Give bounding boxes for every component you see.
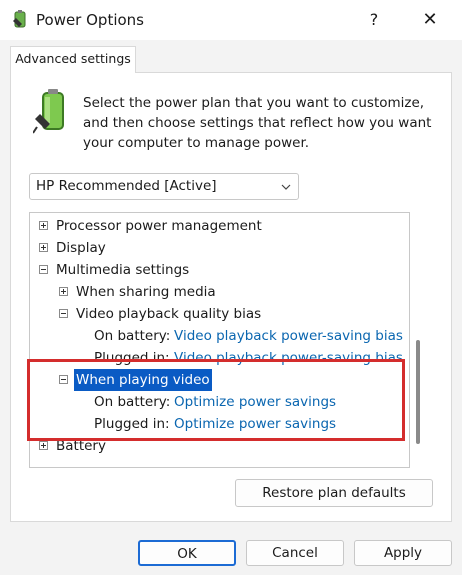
expand-plus-icon[interactable] [39,221,48,230]
apply-button[interactable]: Apply [354,540,452,566]
window-title: Power Options [36,11,144,29]
power-options-icon [13,10,26,28]
description-text: Select the power plan that you want to c… [83,95,432,151]
collapse-minus-icon[interactable] [59,309,68,318]
restore-plan-defaults-button[interactable]: Restore plan defaults [235,479,433,507]
pv-plugged-in-value[interactable]: Optimize power savings [174,413,336,435]
expand-plus-icon[interactable] [39,243,48,252]
power-plan-dropdown[interactable]: HP Recommended [Active] [29,173,299,200]
scroll-thumb[interactable] [416,340,420,444]
collapse-minus-icon[interactable] [59,375,68,384]
vq-plugged-in-value[interactable]: Video playback power-saving bias [174,347,403,369]
title-bar: Power Options ? ✕ [0,0,462,40]
expand-plus-icon[interactable] [59,287,68,296]
battery-icon [33,89,64,134]
tree-scrollbar[interactable] [415,212,421,468]
power-plan-value: HP Recommended [Active] [36,178,217,194]
help-button[interactable]: ? [360,6,388,34]
close-button[interactable]: ✕ [416,6,444,34]
vq-on-battery-value[interactable]: Video playback power-saving bias [174,325,403,347]
settings-tree[interactable]: Processor power management Display Multi… [29,212,410,468]
pv-on-battery-value[interactable]: Optimize power savings [174,391,336,413]
settings-panel: Select the power plan that you want to c… [10,72,452,522]
chevron-down-icon [281,184,291,190]
dialog-body: Advanced settings Select the power plan … [0,40,462,575]
ok-button[interactable]: OK [138,540,236,566]
expand-plus-icon[interactable] [39,441,48,450]
tab-advanced-settings[interactable]: Advanced settings [10,46,136,73]
collapse-minus-icon[interactable] [39,265,48,274]
cancel-button[interactable]: Cancel [246,540,344,566]
